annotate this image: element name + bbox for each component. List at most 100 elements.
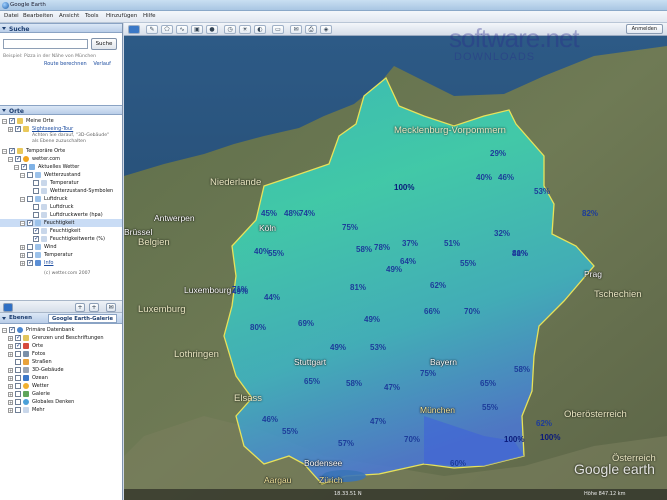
maps-button[interactable]: ◈ xyxy=(320,25,332,34)
expand-icon[interactable]: + xyxy=(20,260,25,266)
layer-item-roads[interactable]: Straßen xyxy=(0,358,122,366)
tab-layers[interactable]: Ebenen xyxy=(9,315,32,321)
expand-icon[interactable]: − xyxy=(2,327,7,333)
tab-gallery[interactable]: Google Earth-Galerie xyxy=(48,314,118,323)
tree-item-pressure-sub[interactable]: Luftdruck xyxy=(0,203,122,211)
tree-item-temp2[interactable]: + Temperatur xyxy=(0,251,122,259)
expand-icon[interactable]: − xyxy=(20,196,25,202)
expand-icon[interactable]: + xyxy=(8,335,13,341)
checkbox[interactable] xyxy=(33,227,39,234)
checkbox[interactable] xyxy=(33,235,39,242)
checkbox[interactable] xyxy=(15,155,21,162)
checkbox[interactable] xyxy=(15,383,21,389)
layer-item-weather[interactable]: + Wetter xyxy=(0,382,122,390)
tree-item-pressure-hpa[interactable]: Luftdruckwerte (hpa) xyxy=(0,211,122,219)
expand-icon[interactable]: − xyxy=(8,156,13,162)
add-folder-button[interactable]: + xyxy=(89,303,99,312)
sidebar-toggle-button[interactable] xyxy=(128,25,140,34)
tree-item-info[interactable]: + Info xyxy=(0,259,122,267)
checkbox[interactable] xyxy=(33,204,39,210)
search-input[interactable] xyxy=(3,39,88,49)
polygon-button[interactable]: ⬠ xyxy=(161,25,173,34)
checkbox[interactable] xyxy=(21,163,27,170)
layer-item-gallery[interactable]: + Galerie xyxy=(0,390,122,398)
tree-item-humidity[interactable]: − Feuchtigkeit xyxy=(0,219,122,227)
checkbox[interactable] xyxy=(15,334,21,341)
planet-button[interactable]: ◐ xyxy=(254,25,266,34)
layer-item-more[interactable]: + Mehr xyxy=(0,406,122,414)
checkbox[interactable] xyxy=(15,351,21,357)
layer-item-ocean[interactable]: + Ozean xyxy=(0,374,122,382)
tree-item-humidity-pct[interactable]: Feuchtigkeitwerte (%) xyxy=(0,235,122,243)
expand-icon[interactable]: − xyxy=(2,118,7,124)
tree-item-wind[interactable]: + Wind xyxy=(0,243,122,251)
tree-item-sightseeing[interactable]: + Sightseeing-Tour xyxy=(0,125,122,133)
checkbox[interactable] xyxy=(15,367,21,373)
expand-icon[interactable]: − xyxy=(20,172,25,178)
panel-toggle-button[interactable] xyxy=(3,303,13,312)
layer-item-3d[interactable]: + 3D-Gebäude xyxy=(0,366,122,374)
layer-item-borders[interactable]: + Grenzen und Beschriftungen xyxy=(0,334,122,342)
expand-icon[interactable]: + xyxy=(8,383,13,389)
expand-icon[interactable]: + xyxy=(20,252,25,258)
checkbox[interactable] xyxy=(9,117,15,124)
menu-bearbeiten[interactable]: Bearbeiten xyxy=(23,13,53,19)
tree-item-wetter[interactable]: − wetter.com xyxy=(0,155,122,163)
checkbox[interactable] xyxy=(15,399,21,405)
checkbox[interactable] xyxy=(15,342,21,349)
tree-item-temp-places[interactable]: − Temporäre Orte xyxy=(0,147,122,155)
route-link[interactable]: Route berechnen xyxy=(44,61,87,67)
tree-item-temperature[interactable]: Temperatur xyxy=(0,179,122,187)
expand-icon[interactable]: − xyxy=(2,148,7,154)
expand-icon[interactable]: + xyxy=(8,351,13,357)
placemark-button[interactable]: ✎ xyxy=(146,25,158,34)
checkbox[interactable] xyxy=(27,244,33,250)
places-panel-header[interactable]: Orte xyxy=(0,105,122,115)
record-button[interactable]: ● xyxy=(206,25,218,34)
print-button[interactable]: ⎙ xyxy=(305,25,317,34)
email-button[interactable]: ✉ xyxy=(290,25,302,34)
expand-icon[interactable]: + xyxy=(8,399,13,405)
history-link[interactable]: Verlauf xyxy=(93,61,111,67)
layer-item-primary-db[interactable]: − Primäre Datenbank xyxy=(0,326,122,334)
search-button[interactable]: Suche xyxy=(91,38,117,50)
checkbox[interactable] xyxy=(15,125,21,132)
expand-icon[interactable]: + xyxy=(8,407,13,413)
expand-icon[interactable]: + xyxy=(8,343,13,349)
add-button[interactable]: + xyxy=(75,303,85,312)
checkbox[interactable] xyxy=(33,180,39,186)
tree-item-humidity-sub[interactable]: Feuchtigkeit xyxy=(0,227,122,235)
checkbox[interactable] xyxy=(27,252,33,258)
expand-icon[interactable]: + xyxy=(8,375,13,381)
checkbox[interactable] xyxy=(27,172,33,178)
checkbox[interactable] xyxy=(15,407,21,413)
expand-icon[interactable]: + xyxy=(20,244,25,250)
checkbox[interactable] xyxy=(33,188,39,194)
expand-icon[interactable]: + xyxy=(8,391,13,397)
checkbox[interactable] xyxy=(33,212,39,218)
checkbox[interactable] xyxy=(15,391,21,397)
checkbox[interactable] xyxy=(27,219,33,226)
menu-hilfe[interactable]: Hilfe xyxy=(143,13,156,19)
expand-icon[interactable]: + xyxy=(8,126,13,132)
tree-item-my-places[interactable]: − Meine Orte xyxy=(0,117,122,125)
menu-tools[interactable]: Tools xyxy=(85,13,99,19)
checkbox[interactable] xyxy=(9,147,15,154)
tree-item-weather-symbols[interactable]: Wetterzustand-Symbolen xyxy=(0,187,122,195)
menu-datei[interactable]: Datei xyxy=(4,13,19,19)
menu-hinzufuegen[interactable]: Hinzufügen xyxy=(106,13,137,19)
expand-icon[interactable]: − xyxy=(14,164,19,170)
search-panel-header[interactable]: Suche xyxy=(0,23,122,33)
sun-button[interactable]: ☀ xyxy=(239,25,251,34)
path-button[interactable]: ∿ xyxy=(176,25,188,34)
ruler-button[interactable]: ▭ xyxy=(272,25,284,34)
tree-item-weather-state[interactable]: − Wetterzustand xyxy=(0,171,122,179)
signin-button[interactable]: Anmelden xyxy=(625,24,663,34)
map-view[interactable]: ✎ ⬠ ∿ ▣ ● ◷ ☀ ◐ ▭ ✉ ⎙ ◈ Anmelden softwar… xyxy=(124,23,667,500)
checkbox[interactable] xyxy=(27,259,33,266)
expand-icon[interactable]: + xyxy=(8,367,13,373)
layer-item-global[interactable]: + Globales Denken xyxy=(0,398,122,406)
checkbox[interactable] xyxy=(15,375,21,381)
checkbox[interactable] xyxy=(15,359,21,365)
checkbox[interactable] xyxy=(9,326,15,333)
